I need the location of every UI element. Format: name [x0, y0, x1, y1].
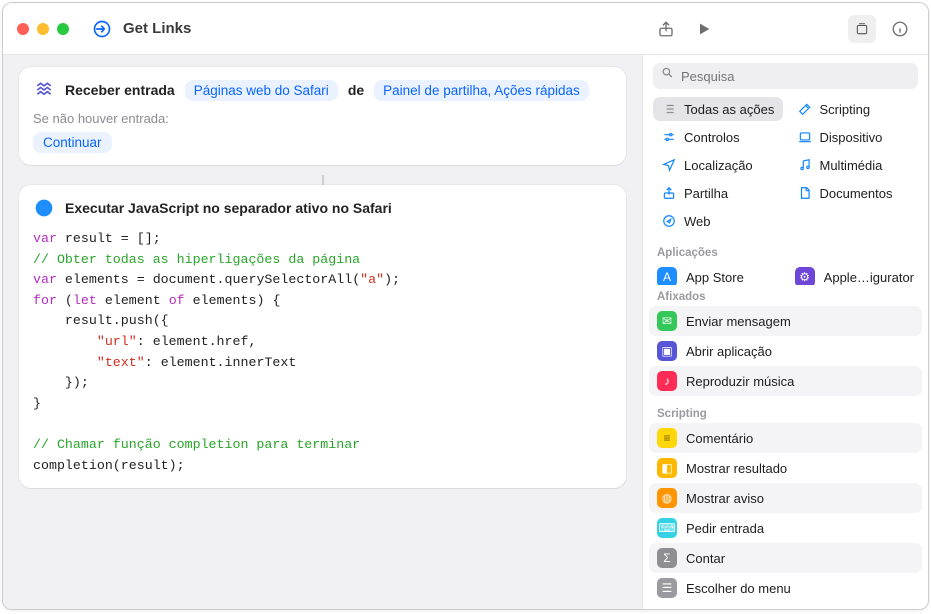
input-icon: ⌨	[657, 518, 677, 538]
apps-section-label: Aplicações	[643, 241, 928, 262]
actions-library-sidebar: Todas as ações Scripting Controlos Dispo…	[642, 55, 928, 609]
no-input-label: Se não houver entrada:	[33, 111, 612, 126]
sliders-icon	[661, 129, 677, 145]
result-icon: ◧	[657, 458, 677, 478]
action-connector	[322, 175, 324, 185]
category-all-actions[interactable]: Todas as ações	[653, 97, 783, 121]
close-window-button[interactable]	[17, 23, 29, 35]
library-toggle-button[interactable]	[848, 15, 876, 43]
action-row[interactable]: Σ Contar	[649, 543, 922, 573]
input-source-token[interactable]: Painel de partilha, Ações rápidas	[374, 80, 589, 101]
app-row[interactable]: A App Store	[649, 262, 783, 285]
list-icon	[661, 101, 677, 117]
doc-icon	[797, 185, 813, 201]
input-action-icon	[33, 79, 55, 101]
category-scripting[interactable]: Scripting	[789, 97, 919, 121]
workflow-canvas[interactable]: Receber entrada Páginas web do Safari de…	[3, 55, 642, 609]
minimize-window-button[interactable]	[37, 23, 49, 35]
action-row[interactable]: ♪ Reproduzir música	[649, 366, 922, 396]
info-button[interactable]	[886, 15, 914, 43]
music-icon: ♪	[657, 371, 677, 391]
action-row[interactable]: ☰ Escolher do menu	[649, 573, 922, 603]
alert-icon: ◍	[657, 488, 677, 508]
traffic-lights	[17, 23, 69, 35]
category-device[interactable]: Dispositivo	[789, 125, 919, 149]
pinned-section-label: Afixados	[643, 285, 928, 306]
action-row[interactable]: ◍ Mostrar aviso	[649, 483, 922, 513]
category-grid: Todas as ações Scripting Controlos Dispo…	[643, 95, 928, 241]
share-icon	[661, 185, 677, 201]
app-row[interactable]: ⚙ Apple…igurator	[787, 262, 922, 285]
wand-icon	[797, 101, 813, 117]
category-documents[interactable]: Documentos	[789, 181, 919, 205]
action-row[interactable]: ⌨ Pedir entrada	[649, 513, 922, 543]
window-title: Get Links	[123, 20, 191, 37]
receive-input-label: Receber entrada	[65, 82, 175, 98]
titlebar: Get Links	[3, 3, 928, 55]
menu-icon: ☰	[657, 578, 677, 598]
pinned-list: ✉ Enviar mensagem ▣ Abrir aplicação ♪ Re…	[643, 306, 928, 402]
compass-icon	[661, 213, 677, 229]
category-location[interactable]: Localização	[653, 153, 783, 177]
scripting-list: ≡ Comentário ◧ Mostrar resultado ◍ Mostr…	[643, 423, 928, 609]
receive-input-card[interactable]: Receber entrada Páginas web do Safari de…	[19, 67, 626, 165]
scripting-section-label: Scripting	[643, 402, 928, 423]
category-media[interactable]: Multimédia	[789, 153, 919, 177]
run-button[interactable]	[690, 15, 718, 43]
action-row[interactable]: ≡ Comentário	[649, 423, 922, 453]
search-input[interactable]	[653, 63, 918, 89]
open-app-icon: ▣	[657, 341, 677, 361]
search-icon	[661, 66, 674, 82]
js-action-title: Executar JavaScript no separador ativo n…	[65, 200, 392, 216]
input-type-token[interactable]: Páginas web do Safari	[185, 80, 338, 101]
action-row[interactable]: ◧ Mostrar resultado	[649, 453, 922, 483]
message-icon: ✉	[657, 311, 677, 331]
action-row[interactable]: ▣ Abrir aplicação	[649, 336, 922, 366]
safari-icon	[33, 197, 55, 219]
no-input-action-token[interactable]: Continuar	[33, 132, 112, 153]
run-javascript-card[interactable]: Executar JavaScript no separador ativo n…	[19, 185, 626, 488]
app-icon: ⚙	[795, 267, 815, 285]
app-icon: A	[657, 267, 677, 285]
nav-icon	[661, 157, 677, 173]
comment-icon: ≡	[657, 428, 677, 448]
input-connector-word: de	[348, 82, 364, 98]
device-icon	[797, 129, 813, 145]
category-web[interactable]: Web	[653, 209, 783, 233]
share-button[interactable]	[652, 15, 680, 43]
shortcut-app-icon	[91, 18, 113, 40]
music-icon	[797, 157, 813, 173]
count-icon: Σ	[657, 548, 677, 568]
category-controls[interactable]: Controlos	[653, 125, 783, 149]
action-row[interactable]: ✉ Enviar mensagem	[649, 306, 922, 336]
app-window: Get Links	[2, 2, 929, 610]
category-sharing[interactable]: Partilha	[653, 181, 783, 205]
javascript-code-editor[interactable]: var result = []; // Obter todas as hiper…	[33, 229, 612, 476]
zoom-window-button[interactable]	[57, 23, 69, 35]
apps-list[interactable]: A App Store ⚙ Apple…igurator ✦ Atalhos ⋮…	[643, 262, 928, 285]
